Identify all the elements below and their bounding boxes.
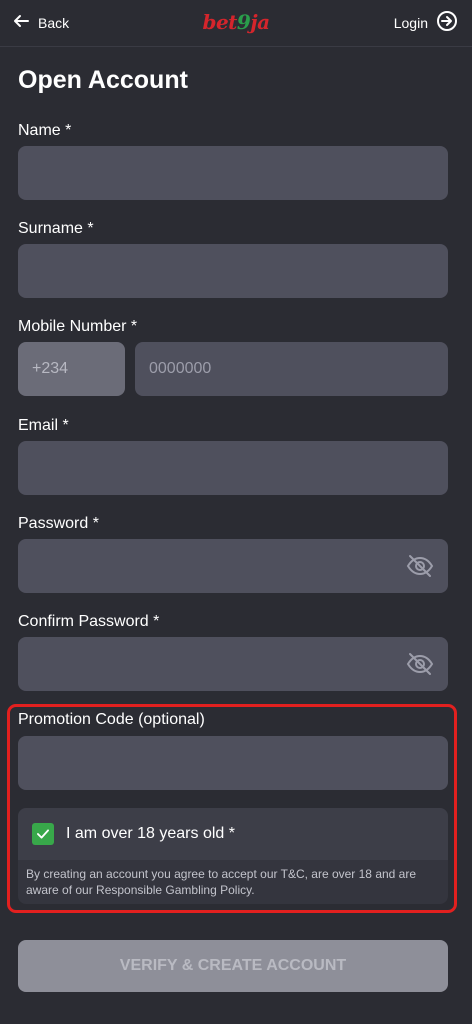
- age-checkbox-label: I am over 18 years old *: [66, 825, 235, 842]
- promo-code-field[interactable]: [18, 736, 448, 790]
- email-label: Email *: [18, 417, 69, 434]
- terms-text: By creating an account you agree to acce…: [18, 860, 448, 904]
- login-arrow-icon: [436, 10, 458, 37]
- verify-create-account-button[interactable]: VERIFY & CREATE ACCOUNT: [18, 940, 448, 992]
- eye-off-icon[interactable]: [405, 551, 435, 581]
- age-checkbox[interactable]: [32, 823, 54, 845]
- mobile-number-field[interactable]: [135, 342, 448, 396]
- surname-label: Surname *: [18, 220, 94, 237]
- surname-field[interactable]: [18, 244, 448, 298]
- promo-code-label: Promotion Code (optional): [18, 711, 205, 728]
- name-label: Name *: [18, 122, 72, 139]
- password-field[interactable]: [18, 539, 448, 593]
- login-button[interactable]: Login: [393, 10, 458, 37]
- email-field[interactable]: [18, 441, 448, 495]
- confirm-password-label: Confirm Password *: [18, 613, 160, 630]
- login-label: Login: [393, 15, 428, 31]
- confirm-password-field[interactable]: [18, 637, 448, 691]
- top-bar: Back bet9ja Login: [0, 0, 472, 47]
- eye-off-icon[interactable]: [405, 649, 435, 679]
- name-field[interactable]: [18, 146, 448, 200]
- age-confirmation-checkbox-row[interactable]: I am over 18 years old *: [18, 808, 448, 860]
- country-code-field[interactable]: +234: [18, 342, 125, 396]
- page-title: Open Account: [18, 66, 188, 94]
- check-icon: [37, 829, 49, 839]
- password-label: Password *: [18, 515, 99, 532]
- mobile-label: Mobile Number *: [18, 318, 138, 335]
